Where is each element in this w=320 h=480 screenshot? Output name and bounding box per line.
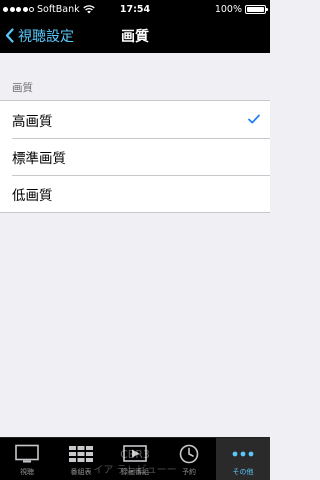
status-bar: SoftBank 17:54 100% [0, 0, 270, 18]
chevron-left-icon [5, 28, 14, 43]
tab-recorded-programs[interactable]: 録画番組 [108, 438, 162, 480]
tab-bar: 視聴 番組表 録画番組 予約 その他 [0, 437, 270, 480]
tab-more[interactable]: その他 [216, 438, 270, 480]
status-right: 100% [214, 0, 268, 18]
tab-label: 予約 [182, 468, 196, 476]
back-button-label: 視聴設定 [18, 28, 74, 45]
play-icon [123, 445, 147, 462]
option-high-quality[interactable]: 高画質 [0, 101, 270, 138]
tv-icon [15, 444, 39, 463]
tab-label: 番組表 [70, 468, 92, 476]
battery-icon [245, 4, 268, 14]
navigation-bar: 視聴設定 画質 [0, 18, 270, 53]
tab-watch[interactable]: 視聴 [0, 438, 54, 480]
grid-icon [69, 446, 93, 462]
option-label: 低画質 [12, 187, 53, 204]
option-standard-quality[interactable]: 標準画質 [0, 138, 270, 175]
option-label: 標準画質 [12, 150, 66, 167]
checkmark-icon [248, 114, 260, 124]
option-low-quality[interactable]: 低画質 [0, 175, 270, 212]
quality-options-list: 高画質 標準画質 低画質 [0, 100, 270, 213]
clock-icon [179, 444, 199, 464]
back-button[interactable]: 視聴設定 [5, 18, 74, 53]
option-label: 高画質 [12, 113, 53, 130]
screen: SoftBank 17:54 100% 視聴設定 画質 画質 高画質 標準画質 … [0, 0, 270, 480]
battery-percent: 100% [214, 3, 242, 15]
tab-reservations[interactable]: 予約 [162, 438, 216, 480]
tab-label: その他 [232, 468, 254, 476]
tab-label: 視聴 [20, 468, 34, 476]
section-header: 画質 [12, 82, 33, 94]
tab-program-guide[interactable]: 番組表 [54, 438, 108, 480]
more-icon [232, 451, 254, 457]
tab-label: 録画番組 [121, 468, 149, 476]
